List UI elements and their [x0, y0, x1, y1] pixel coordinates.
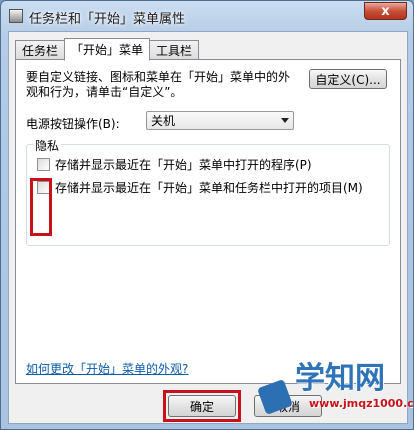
watermark-title: 学知网	[295, 361, 385, 396]
help-link[interactable]: 如何更改「开始」菜单的外观?	[26, 360, 188, 377]
power-button-select[interactable]: 关机	[146, 111, 294, 130]
privacy-group: 隐私 存储并显示最近在「开始」菜单中打开的程序(P) 存储并显示最近在「开始」菜…	[26, 137, 390, 246]
store-recent-programs-label: 存储并显示最近在「开始」菜单中打开的程序(P)	[55, 158, 312, 172]
title-bar[interactable]: 任务栏和「开始」菜单属性 x	[1, 1, 413, 31]
store-recent-items-option[interactable]: 存储并显示最近在「开始」菜单和任务栏中打开的项目(M)	[37, 179, 363, 196]
checkbox-highlight-annotation	[30, 178, 52, 236]
power-button-label: 电源按钮操作(B):	[26, 117, 120, 131]
properties-window: 任务栏和「开始」菜单属性 x 任务栏 「开始」菜单 工具栏 要自定义链接、图标和…	[0, 0, 414, 430]
tab-toolbars[interactable]: 工具栏	[149, 40, 200, 60]
power-button-value: 关机	[151, 114, 176, 128]
watermark-logo-icon	[257, 379, 293, 415]
tab-start-menu[interactable]: 「开始」菜单	[64, 38, 151, 61]
store-recent-items-label: 存储并显示最近在「开始」菜单和任务栏中打开的项目(M)	[55, 181, 363, 195]
taskbar-app-icon	[9, 9, 23, 23]
tab-strip: 任务栏 「开始」菜单 工具栏	[15, 38, 200, 61]
window-title: 任务栏和「开始」菜单属性	[29, 12, 186, 27]
privacy-group-title: 隐私	[33, 137, 62, 154]
ok-button-highlight-annotation	[163, 390, 241, 422]
store-recent-programs-checkbox[interactable]	[37, 158, 50, 171]
chevron-down-icon	[281, 118, 289, 123]
customize-button[interactable]: 自定义(C)...	[309, 69, 387, 89]
customize-description: 要自定义链接、图标和菜单在「开始」菜单中的外观和行为，请单击“自定义”。	[26, 70, 291, 99]
site-watermark: 学知网 www.jmqz1000.com	[249, 353, 414, 429]
watermark-url: www.jmqz1000.com	[309, 397, 414, 410]
tab-taskbar[interactable]: 任务栏	[15, 40, 66, 60]
close-button[interactable]: x	[364, 2, 407, 20]
start-menu-panel: 要自定义链接、图标和菜单在「开始」菜单中的外观和行为，请单击“自定义”。 自定义…	[15, 59, 401, 384]
store-recent-programs-option[interactable]: 存储并显示最近在「开始」菜单中打开的程序(P)	[37, 156, 312, 173]
